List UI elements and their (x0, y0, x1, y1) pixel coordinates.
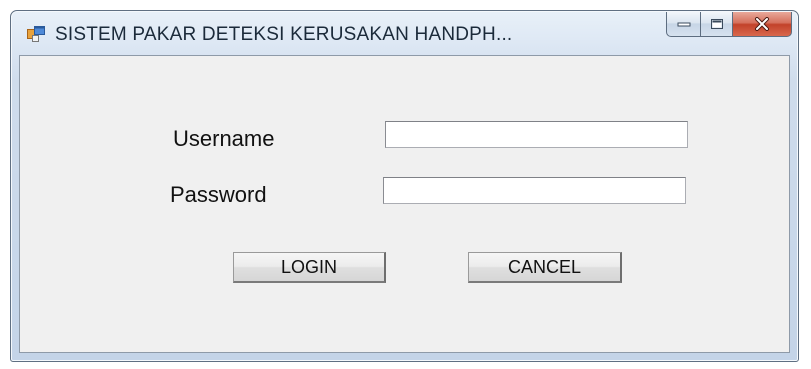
close-button[interactable] (733, 12, 792, 37)
login-window: SISTEM PAKAR DETEKSI KERUSAKAN HANDPH... (10, 10, 799, 362)
window-title: SISTEM PAKAR DETEKSI KERUSAKAN HANDPH... (55, 24, 513, 45)
app-icon[interactable] (27, 26, 45, 42)
maximize-button[interactable] (700, 12, 733, 37)
window-controls (666, 12, 792, 37)
password-input[interactable] (383, 177, 686, 204)
minimize-button[interactable] (666, 12, 700, 37)
cancel-button[interactable]: CANCEL (468, 252, 622, 283)
username-label: Username (173, 126, 275, 151)
maximize-icon (710, 19, 723, 29)
title-bar[interactable]: SISTEM PAKAR DETEKSI KERUSAKAN HANDPH... (11, 11, 798, 55)
form-client-area: Username Password LOGIN CANCEL (19, 55, 790, 353)
password-label: Password (170, 182, 267, 207)
close-icon (755, 17, 769, 31)
username-input[interactable] (385, 121, 688, 148)
login-button[interactable]: LOGIN (233, 252, 386, 283)
minimize-icon (677, 22, 690, 27)
